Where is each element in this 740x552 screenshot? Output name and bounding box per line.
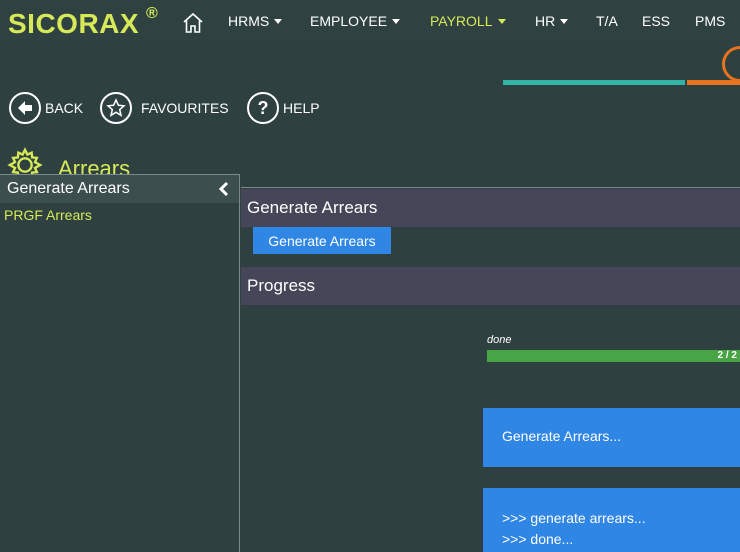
sidebar-item-prgf-arrears[interactable]: PRGF Arrears — [4, 207, 92, 223]
nav-item-label: HRMS — [228, 13, 270, 29]
help-label: HELP — [283, 100, 320, 116]
log-output-box: >>> generate arrears... >>> done... — [483, 488, 740, 552]
generate-panel-header: Generate Arrears — [241, 189, 740, 227]
nav-item-employee[interactable]: EMPLOYEE — [310, 13, 401, 29]
sidebar-header: Generate Arrears — [0, 175, 239, 203]
nav-item-hr[interactable]: HR — [535, 13, 569, 29]
log-title: Generate Arrears... — [502, 428, 622, 444]
home-icon[interactable] — [181, 11, 205, 35]
gear-icon — [7, 147, 43, 174]
main-content: Generate Arrears Generate Arrears Progre… — [241, 174, 740, 552]
back-button[interactable]: BACK — [9, 90, 83, 126]
log-line: >>> done... — [502, 531, 574, 547]
star-icon — [100, 92, 132, 124]
nav-item-payroll[interactable]: PAYROLL — [430, 13, 506, 29]
generate-panel-title: Generate Arrears — [247, 198, 378, 217]
chevron-down-icon — [497, 19, 506, 24]
progress-count: 2 / 2 — [717, 350, 737, 361]
nav-item-label: EMPLOYEE — [310, 13, 388, 29]
help-button[interactable]: ? HELP — [247, 90, 320, 126]
chevron-down-icon — [274, 19, 283, 24]
back-label: BACK — [45, 100, 84, 116]
favourites-button[interactable]: FAVOURITES — [100, 90, 229, 126]
nav-item-label: PAYROLL — [430, 13, 493, 29]
nav-item-ess[interactable]: ESS — [642, 13, 670, 29]
sub-header — [0, 46, 740, 80]
chevron-down-icon — [392, 19, 401, 24]
nav-item-pms[interactable]: PMS — [695, 13, 725, 29]
nav-item-label: HR — [535, 13, 556, 29]
log-line: >>> generate arrears... — [502, 510, 646, 526]
page-heading: Arrears — [6, 146, 206, 174]
progress-status-label: done — [487, 334, 512, 346]
registered-mark: ® — [146, 5, 158, 22]
generate-arrears-button[interactable]: Generate Arrears — [253, 227, 391, 254]
top-navbar: SICORAX ® HRMS EMPLOYEE PAYROLL HR T/A E… — [0, 0, 740, 46]
nav-item-hrms[interactable]: HRMS — [228, 13, 283, 29]
progress-panel-title: Progress — [247, 276, 316, 295]
collapse-sidebar-icon[interactable] — [217, 181, 229, 197]
help-icon: ? — [247, 92, 279, 124]
accent-bar-teal — [503, 80, 685, 85]
nav-item-ta[interactable]: T/A — [596, 13, 618, 29]
favourites-label: FAVOURITES — [141, 100, 229, 116]
log-title-box: Generate Arrears... — [483, 408, 740, 467]
progress-bar: 2 / 2 — [487, 350, 740, 362]
accent-bar-orange — [687, 80, 740, 85]
chevron-down-icon — [560, 19, 569, 24]
brand-logo[interactable]: SICORAX — [8, 8, 139, 40]
progress-panel-header: Progress — [241, 267, 740, 305]
sidebar: Generate Arrears PRGF Arrears — [0, 174, 240, 552]
sidebar-header-label: Generate Arrears — [7, 180, 130, 197]
page-title: Arrears — [58, 156, 131, 174]
arrow-left-icon — [9, 92, 41, 124]
divider — [241, 187, 740, 188]
